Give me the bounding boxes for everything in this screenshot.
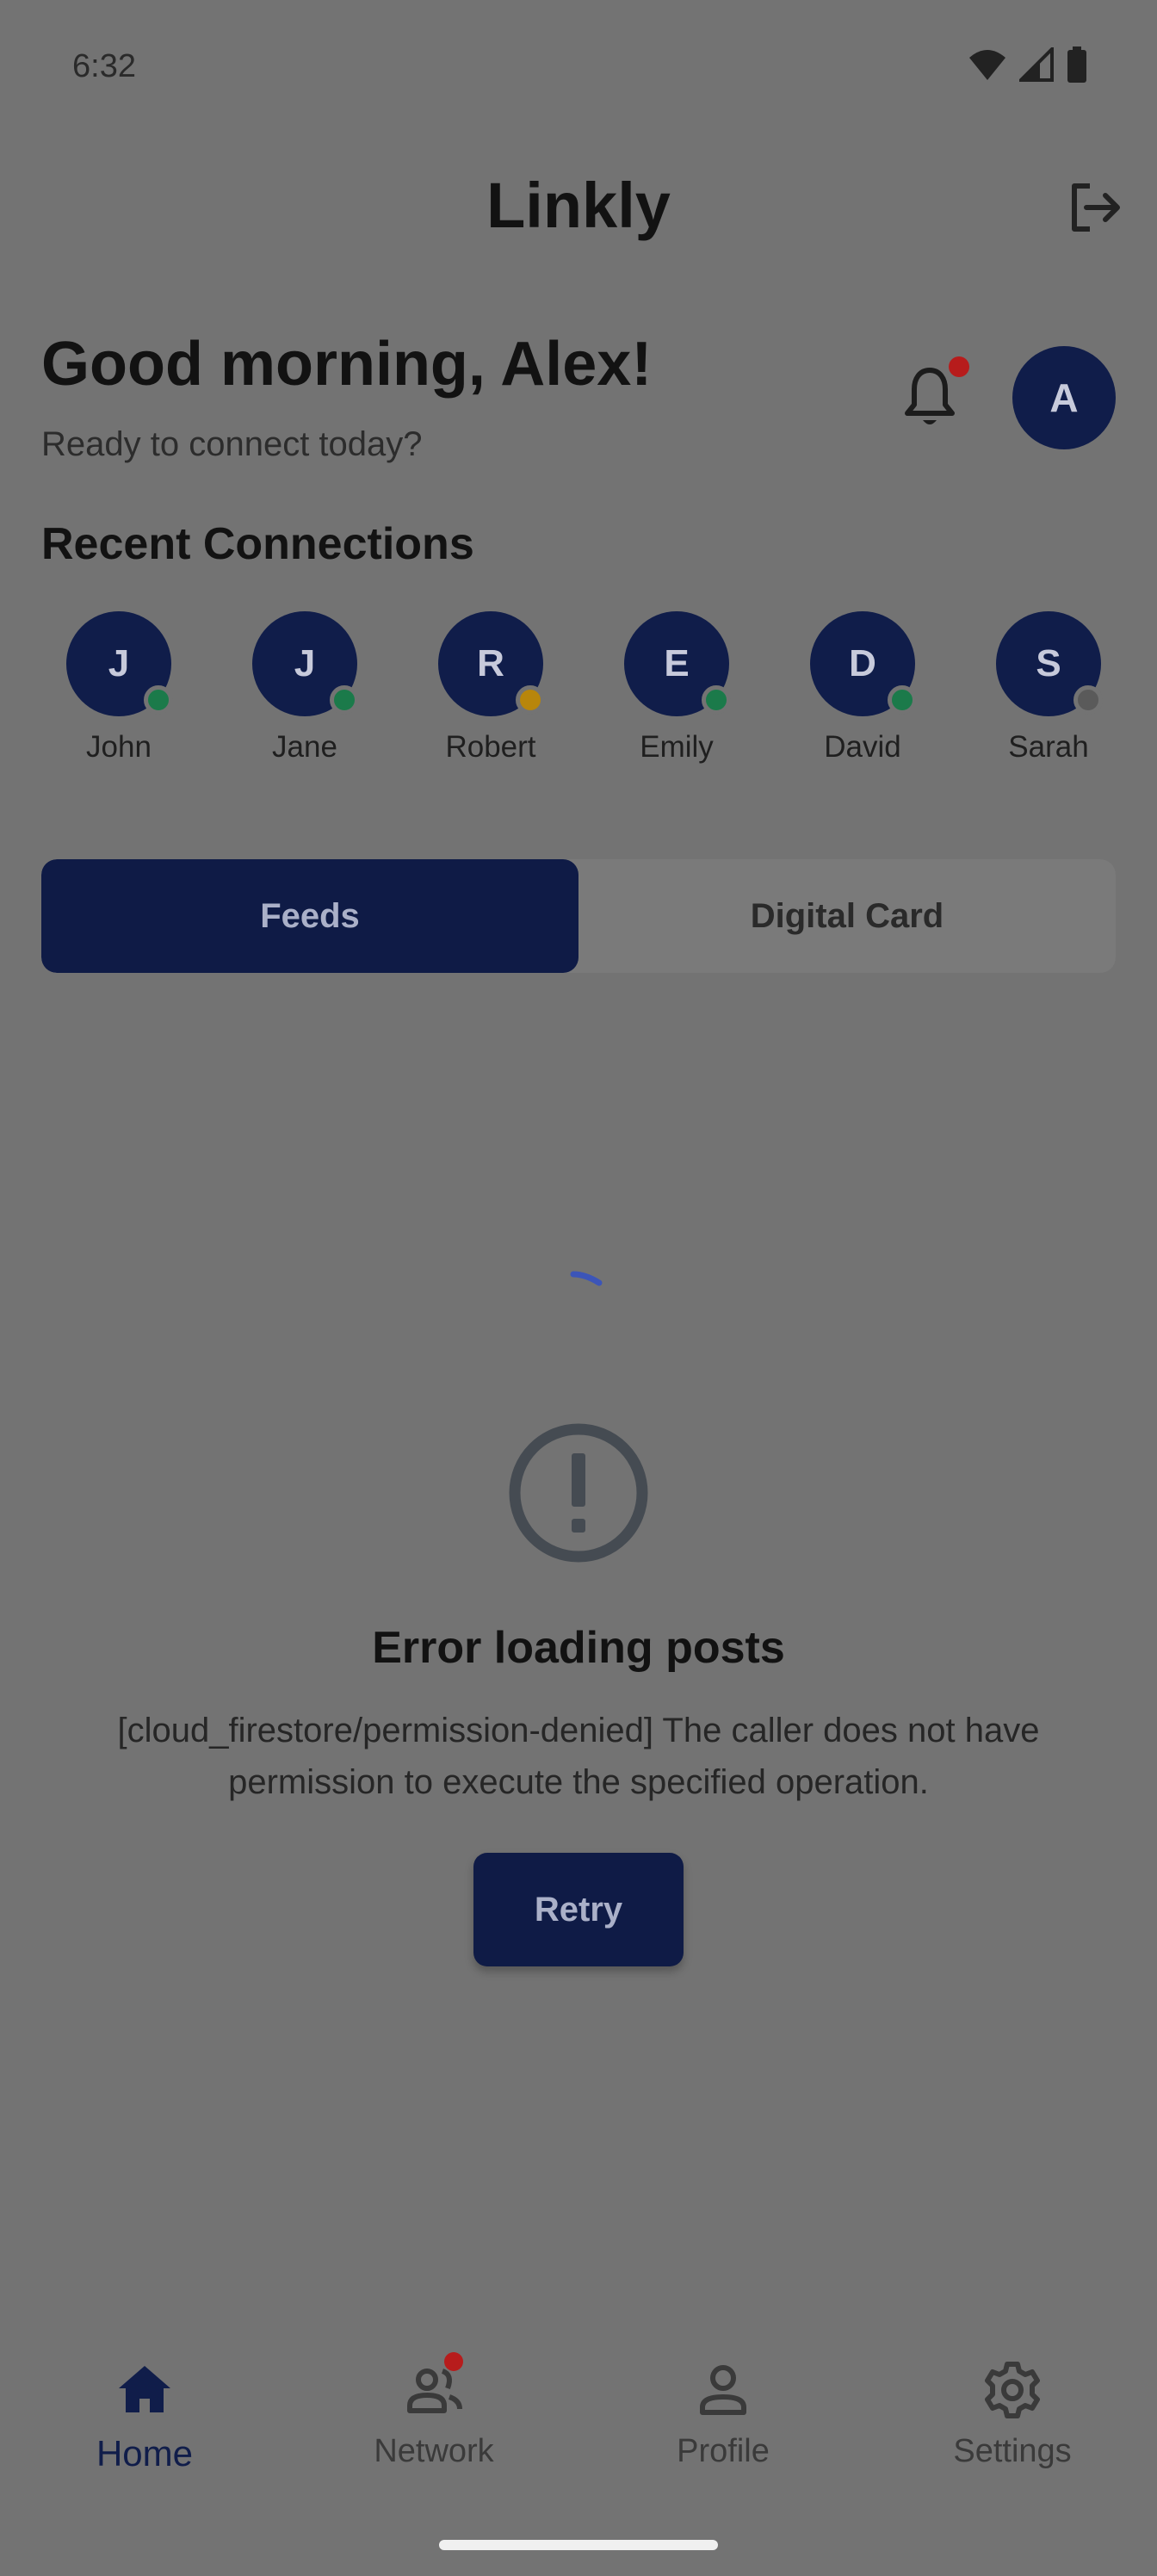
connection-name: David: [824, 730, 901, 764]
home-indicator[interactable]: [439, 2540, 718, 2550]
status-dot: [702, 685, 731, 715]
error-icon: [509, 1423, 648, 1563]
wifi-icon: [969, 50, 1005, 80]
nav-settings-label: Settings: [953, 2433, 1072, 2469]
loading-spinner: [570, 1271, 603, 1286]
logout-icon[interactable]: [1066, 179, 1123, 236]
connection-name: John: [86, 730, 152, 764]
nav-home-label: Home: [96, 2433, 194, 2474]
status-dot: [516, 685, 545, 715]
signal-icon: [1019, 47, 1054, 82]
screen: 6:32 Linkly Good morning, Alex! Ready to…: [0, 0, 1157, 2576]
battery-icon: [1067, 46, 1086, 83]
connection-item[interactable]: J John: [46, 611, 192, 765]
greeting-title: Good morning, Alex!: [41, 330, 653, 399]
connection-name: Jane: [272, 730, 337, 764]
nav-network-label: Network: [374, 2433, 494, 2469]
connection-avatar: J: [252, 611, 359, 716]
tab-digital-card[interactable]: Digital Card: [578, 859, 1116, 973]
home-icon: [114, 2359, 176, 2421]
connection-name: Emily: [640, 730, 714, 764]
nav-profile-label: Profile: [677, 2433, 770, 2469]
connection-avatar: J: [66, 611, 173, 716]
connection-avatar: S: [996, 611, 1103, 716]
error-message: [cloud_firestore/permission-denied] The …: [117, 1712, 1040, 1801]
retry-button[interactable]: Retry: [473, 1853, 684, 1966]
app-title: Linkly: [486, 170, 671, 241]
status-dot: [144, 685, 173, 715]
connection-avatar: E: [624, 611, 731, 716]
connection-item[interactable]: J Jane: [232, 611, 378, 765]
segmented-tabs: Feeds Digital Card: [41, 859, 1116, 973]
gear-icon: [981, 2359, 1043, 2421]
notification-badge: [949, 356, 969, 377]
connection-avatar: R: [438, 611, 545, 716]
nav-home[interactable]: Home: [0, 2359, 289, 2474]
status-dot: [1073, 685, 1103, 715]
connection-item[interactable]: S Sarah: [975, 611, 1122, 765]
status-icons: [968, 46, 1088, 83]
status-time: 6:32: [72, 48, 136, 84]
bottom-navigation: Home Network Profile Settings: [0, 2352, 1157, 2514]
nav-network[interactable]: Network: [289, 2352, 578, 2470]
connection-item[interactable]: R Robert: [418, 611, 564, 765]
status-dot: [888, 685, 917, 715]
tab-feeds[interactable]: Feeds: [41, 859, 578, 973]
connection-avatar: D: [810, 611, 917, 716]
error-title: Error loading posts: [372, 1623, 785, 1673]
nav-profile[interactable]: Profile: [578, 2359, 868, 2470]
connection-item[interactable]: D David: [789, 611, 936, 765]
connection-name: Robert: [445, 730, 536, 764]
network-badge: [444, 2352, 463, 2371]
connection-item[interactable]: E Emily: [603, 611, 750, 765]
status-dot: [330, 685, 359, 715]
people-icon: [403, 2352, 465, 2421]
greeting-subtitle: Ready to connect today?: [41, 425, 423, 463]
nav-settings[interactable]: Settings: [868, 2359, 1157, 2470]
connection-name: Sarah: [1008, 730, 1089, 764]
recent-connections-title: Recent Connections: [41, 519, 474, 569]
user-avatar[interactable]: A: [1012, 346, 1116, 449]
person-icon: [692, 2359, 754, 2421]
